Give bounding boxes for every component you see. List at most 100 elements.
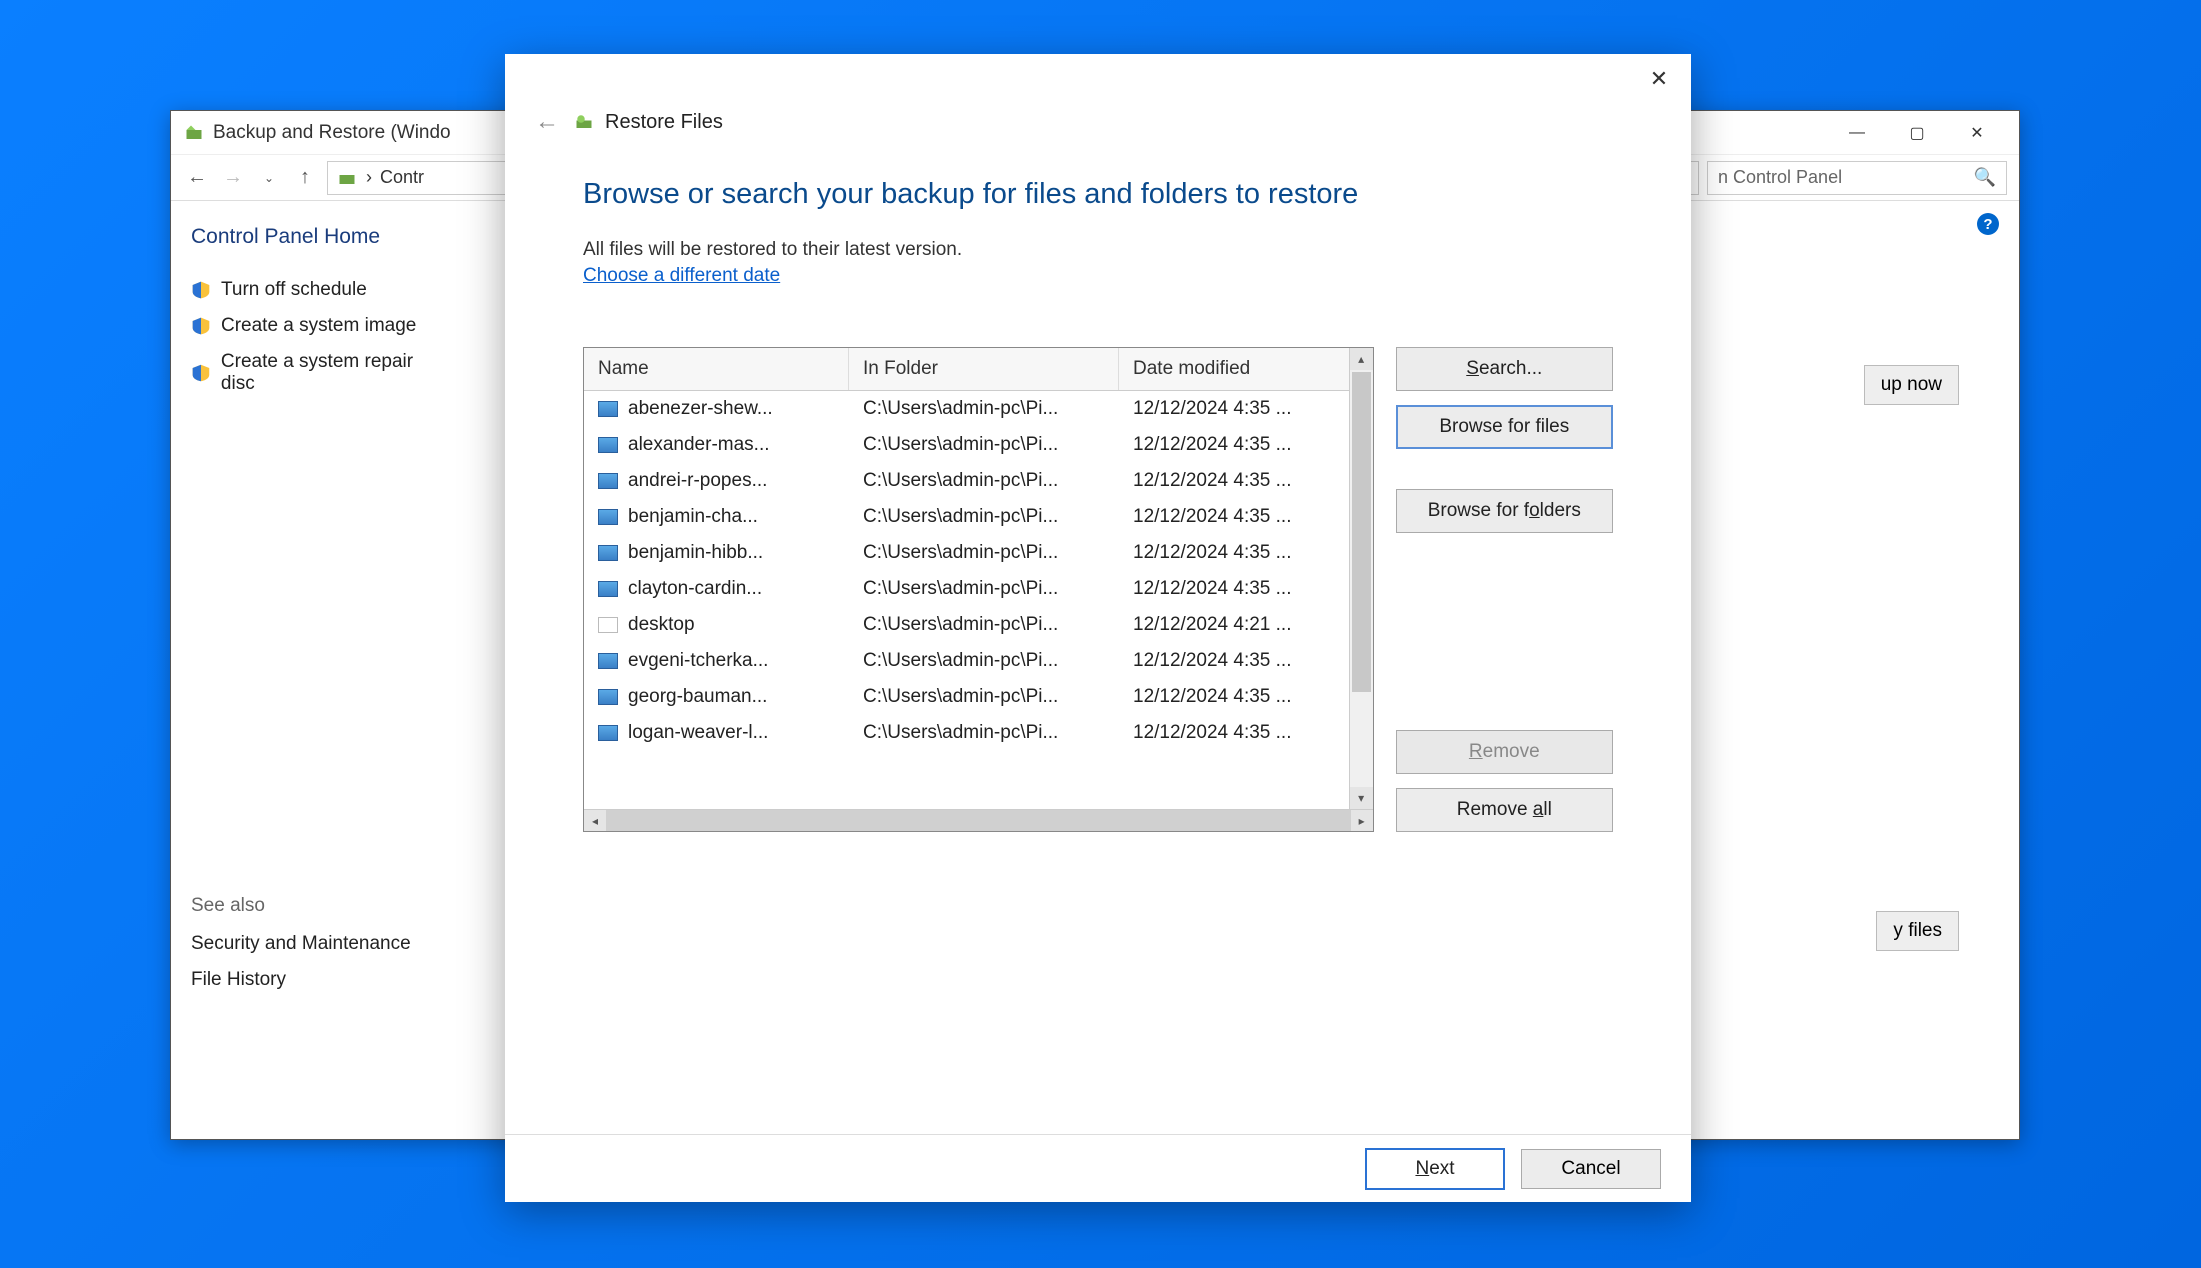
minimize-button[interactable]: — [1827,111,1887,155]
hscroll-track[interactable] [606,810,1351,831]
cell-name: abenezer-shew... [584,395,849,423]
choose-date-link[interactable]: Choose a different date [583,265,1613,287]
shield-icon [191,316,211,336]
cell-date: 12/12/2024 4:35 ... [1119,395,1373,423]
table-row[interactable]: benjamin-cha...C:\Users\admin-pc\Pi...12… [584,499,1373,535]
scroll-right-icon[interactable]: ▸ [1351,810,1373,831]
backup-now-button[interactable]: up now [1864,365,1959,405]
sidebar-item-label: Create a system image [221,315,416,337]
image-icon [598,509,618,525]
cell-date: 12/12/2024 4:35 ... [1119,647,1373,675]
cell-name: georg-bauman... [584,683,849,711]
cell-name: benjamin-cha... [584,503,849,531]
nav-forward-icon[interactable]: → [219,164,247,192]
cell-name: alexander-mas... [584,431,849,459]
cell-date: 12/12/2024 4:21 ... [1119,611,1373,639]
see-also-security[interactable]: Security and Maintenance [191,933,451,955]
dialog-back-icon[interactable]: ← [535,108,559,136]
window-controls: — ▢ ✕ [1827,111,2007,155]
cell-folder: C:\Users\admin-pc\Pi... [849,719,1119,747]
maximize-button[interactable]: ▢ [1887,111,1947,155]
cell-date: 12/12/2024 4:35 ... [1119,683,1373,711]
table-row[interactable]: clayton-cardin... C:\Users\admin-pc\Pi...… [584,571,1373,607]
cp-home-link[interactable]: Control Panel Home [191,225,451,249]
cell-date: 12/12/2024 4:35 ... [1119,503,1373,531]
scroll-thumb[interactable] [1352,372,1371,692]
table-header: Name In Folder Date modified [584,348,1373,391]
sidebar-item-label: Create a system repair disc [221,351,451,395]
search-button[interactable]: Search... [1396,347,1613,391]
table-row[interactable]: georg-bauman... C:\Users\admin-pc\Pi...12… [584,679,1373,715]
sidebar-item-turnoff[interactable]: Turn off schedule [191,279,451,301]
cell-folder: C:\Users\admin-pc\Pi... [849,611,1119,639]
cell-date: 12/12/2024 4:35 ... [1119,467,1373,495]
scroll-down-icon[interactable]: ▾ [1350,787,1373,809]
col-infolder[interactable]: In Folder [849,348,1119,390]
dialog-close-button[interactable]: ✕ [1641,61,1677,97]
file-name: alexander-mas... [628,434,770,456]
cell-name: andrei-r-popes... [584,467,849,495]
table-row[interactable]: andrei-r-popes...C:\Users\admin-pc\Pi...… [584,463,1373,499]
table-row[interactable]: desktop C:\Users\admin-pc\Pi...12/12/2024… [584,607,1373,643]
table-row[interactable]: alexander-mas... C:\Users\admin-pc\Pi...1… [584,427,1373,463]
image-icon [598,473,618,489]
cell-folder: C:\Users\admin-pc\Pi... [849,575,1119,603]
col-name[interactable]: Name [584,348,849,390]
nav-dropdown-icon[interactable]: ⌄ [255,164,283,192]
browse-files-button[interactable]: Browse for files [1396,405,1613,449]
scroll-left-icon[interactable]: ◂ [584,810,606,831]
see-also-filehistory[interactable]: File History [191,969,451,991]
file-name: clayton-cardin... [628,578,762,600]
browse-folders-button[interactable]: Browse for folders [1396,489,1613,533]
file-name: benjamin-hibb... [628,542,763,564]
table-row[interactable]: evgeni-tcherka...C:\Users\admin-pc\Pi...… [584,643,1373,679]
file-name: georg-bauman... [628,686,767,708]
restore-icon [573,113,595,131]
dialog-footer: Next Cancel [505,1134,1691,1202]
search-input[interactable]: n Control Panel 🔍 [1707,161,2007,195]
file-icon [598,617,618,633]
file-name: abenezer-shew... [628,398,773,420]
image-icon [598,653,618,669]
vertical-scrollbar[interactable]: ▴ ▾ [1349,348,1373,809]
cell-date: 12/12/2024 4:35 ... [1119,431,1373,459]
dialog-heading: Browse or search your backup for files a… [583,178,1613,211]
image-icon [598,689,618,705]
next-button[interactable]: Next [1365,1148,1505,1190]
table-row[interactable]: abenezer-shew... C:\Users\admin-pc\Pi...1… [584,391,1373,427]
file-name: andrei-r-popes... [628,470,767,492]
sidebar-item-repairdisc[interactable]: Create a system repair disc [191,351,451,395]
cell-folder: C:\Users\admin-pc\Pi... [849,395,1119,423]
nav-up-icon[interactable]: ↑ [291,164,319,192]
dialog-description: All files will be restored to their late… [583,239,1613,261]
remove-button[interactable]: Remove [1396,730,1613,774]
close-button[interactable]: ✕ [1947,111,2007,155]
nav-back-icon[interactable]: ← [183,164,211,192]
restore-my-files-button[interactable]: y files [1876,911,1959,951]
sidebar: Control Panel Home Turn off schedule Cre… [171,201,471,1139]
file-name: desktop [628,614,695,636]
remove-all-button[interactable]: Remove all [1396,788,1613,832]
cell-name: clayton-cardin... [584,575,849,603]
col-date[interactable]: Date modified [1119,348,1373,390]
search-placeholder: n Control Panel [1718,167,1842,188]
see-also-heading: See also [191,895,451,917]
restore-files-dialog: ✕ ← Restore Files Browse or search your … [505,54,1691,1202]
cell-name: evgeni-tcherka... [584,647,849,675]
action-buttons: Search... Browse for files Browse for fo… [1396,347,1613,832]
cell-folder: C:\Users\admin-pc\Pi... [849,539,1119,567]
breadcrumb-sep: › [366,167,372,188]
table-row[interactable]: logan-weaver-l...C:\Users\admin-pc\Pi...… [584,715,1373,751]
dialog-title: Restore Files [605,111,723,134]
shield-icon [191,280,211,300]
help-icon[interactable]: ? [1977,213,1999,235]
cell-folder: C:\Users\admin-pc\Pi... [849,683,1119,711]
table-row[interactable]: benjamin-hibb...C:\Users\admin-pc\Pi...1… [584,535,1373,571]
file-list: Name In Folder Date modified abenezer-sh… [583,347,1374,832]
sidebar-item-sysimage[interactable]: Create a system image [191,315,451,337]
cell-folder: C:\Users\admin-pc\Pi... [849,647,1119,675]
cancel-button[interactable]: Cancel [1521,1149,1661,1189]
horizontal-scrollbar[interactable]: ◂ ▸ [584,809,1373,831]
cell-folder: C:\Users\admin-pc\Pi... [849,431,1119,459]
scroll-up-icon[interactable]: ▴ [1350,348,1373,370]
